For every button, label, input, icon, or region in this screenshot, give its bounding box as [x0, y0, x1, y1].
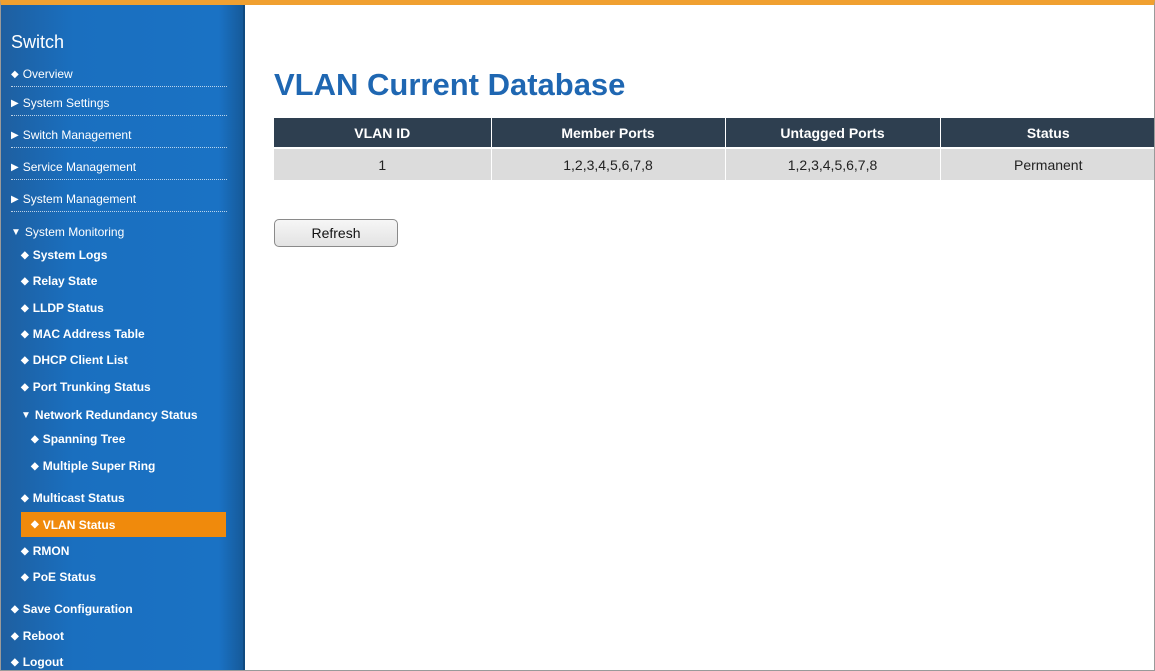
triangle-down-icon: ▼: [21, 409, 31, 421]
triangle-right-icon: ▶: [11, 129, 19, 141]
nav-overview[interactable]: ◆ Overview: [11, 64, 227, 87]
diamond-icon: ◆: [21, 381, 29, 393]
diamond-icon: ◆: [21, 492, 29, 504]
diamond-icon: ◆: [21, 545, 29, 557]
nav-label: System Management: [22, 192, 137, 206]
nav-label: VLAN Status: [42, 517, 116, 532]
nav-poe-status[interactable]: ◆ PoE Status: [21, 567, 227, 587]
vlan-table: VLAN ID Member Ports Untagged Ports Stat…: [274, 118, 1154, 180]
page-frame: Switch ◆ Overview ▶ System Settings ▶ Sw…: [0, 0, 1155, 671]
nav-multicast-status[interactable]: ◆ Multicast Status: [21, 488, 227, 508]
nav-mac-address-table[interactable]: ◆ MAC Address Table: [21, 324, 227, 344]
nav-system-monitoring[interactable]: ▼ System Monitoring: [11, 222, 227, 242]
sidebar: Switch ◆ Overview ▶ System Settings ▶ Sw…: [1, 5, 245, 670]
cell-status: Permanent: [940, 147, 1154, 180]
nav-label: PoE Status: [32, 570, 97, 584]
nav-label: Save Configuration: [22, 602, 133, 616]
triangle-right-icon: ▶: [11, 161, 19, 173]
diamond-icon: ◆: [21, 275, 29, 287]
column-header-vlan-id: VLAN ID: [274, 118, 492, 148]
triangle-right-icon: ▶: [11, 97, 19, 109]
column-header-untagged-ports: Untagged Ports: [725, 118, 941, 148]
nav-label: RMON: [32, 544, 70, 558]
table-header-row: VLAN ID Member Ports Untagged Ports Stat…: [274, 118, 1154, 148]
diamond-icon: ◆: [31, 433, 39, 445]
diamond-icon: ◆: [11, 68, 19, 80]
diamond-icon: ◆: [21, 354, 29, 366]
nav-label: Reboot: [22, 629, 65, 643]
diamond-icon: ◆: [11, 656, 19, 668]
diamond-icon: ◆: [21, 249, 29, 261]
nav-spanning-tree[interactable]: ◆ Spanning Tree: [31, 429, 227, 449]
nav-label: System Settings: [22, 96, 110, 110]
nav-label: Switch Management: [22, 128, 132, 142]
nav-system-settings[interactable]: ▶ System Settings: [11, 93, 227, 116]
nav-label: Relay State: [32, 274, 98, 288]
diamond-icon: ◆: [31, 519, 39, 530]
nav-switch-management[interactable]: ▶ Switch Management: [11, 125, 227, 148]
nav-multiple-super-ring[interactable]: ◆ Multiple Super Ring: [31, 456, 227, 476]
diamond-icon: ◆: [21, 302, 29, 314]
nav-label: Network Redundancy Status: [34, 408, 198, 422]
cell-member-ports: 1,2,3,4,5,6,7,8: [491, 147, 726, 180]
diamond-icon: ◆: [11, 630, 19, 642]
cell-untagged-ports: 1,2,3,4,5,6,7,8: [725, 147, 941, 180]
nav-label: Service Management: [22, 160, 137, 174]
refresh-button[interactable]: Refresh: [274, 219, 398, 247]
diamond-icon: ◆: [21, 571, 29, 583]
column-header-member-ports: Member Ports: [491, 118, 726, 148]
nav-label: Logout: [22, 655, 64, 669]
nav-vlan-status[interactable]: ◆ VLAN Status: [21, 512, 226, 537]
nav-label: MAC Address Table: [32, 327, 145, 341]
nav-label: System Monitoring: [24, 225, 125, 239]
cell-vlan-id: 1: [274, 147, 492, 180]
nav-label: Port Trunking Status: [32, 380, 151, 394]
nav-dhcp-client-list[interactable]: ◆ DHCP Client List: [21, 350, 227, 370]
nav-rmon[interactable]: ◆ RMON: [21, 541, 227, 561]
sidebar-title: Switch: [11, 32, 65, 52]
nav-label: Multicast Status: [32, 491, 125, 505]
triangle-right-icon: ▶: [11, 193, 19, 205]
nav-label: System Logs: [32, 248, 108, 262]
nav-label: LLDP Status: [32, 301, 104, 315]
nav-label: Overview: [22, 67, 73, 81]
nav-system-management[interactable]: ▶ System Management: [11, 189, 227, 212]
nav-label: Multiple Super Ring: [42, 459, 156, 473]
nav-system-logs[interactable]: ◆ System Logs: [21, 245, 227, 265]
nav-service-management[interactable]: ▶ Service Management: [11, 157, 227, 180]
nav-label: Spanning Tree: [42, 432, 126, 446]
nav-logout[interactable]: ◆ Logout: [11, 652, 227, 670]
nav-save-configuration[interactable]: ◆ Save Configuration: [11, 599, 227, 619]
diamond-icon: ◆: [11, 603, 19, 615]
triangle-down-icon: ▼: [11, 226, 21, 238]
nav-lldp-status[interactable]: ◆ LLDP Status: [21, 298, 227, 318]
diamond-icon: ◆: [31, 460, 39, 472]
diamond-icon: ◆: [21, 328, 29, 340]
nav-network-redundancy-status[interactable]: ▼ Network Redundancy Status: [21, 405, 227, 425]
table-row: 1 1,2,3,4,5,6,7,8 1,2,3,4,5,6,7,8 Perman…: [274, 147, 1154, 180]
nav-label: DHCP Client List: [32, 353, 128, 367]
nav-port-trunking-status[interactable]: ◆ Port Trunking Status: [21, 377, 227, 397]
nav-relay-state[interactable]: ◆ Relay State: [21, 271, 227, 291]
nav-reboot[interactable]: ◆ Reboot: [11, 626, 227, 646]
column-header-status: Status: [940, 118, 1154, 148]
page-title: VLAN Current Database: [274, 67, 626, 102]
